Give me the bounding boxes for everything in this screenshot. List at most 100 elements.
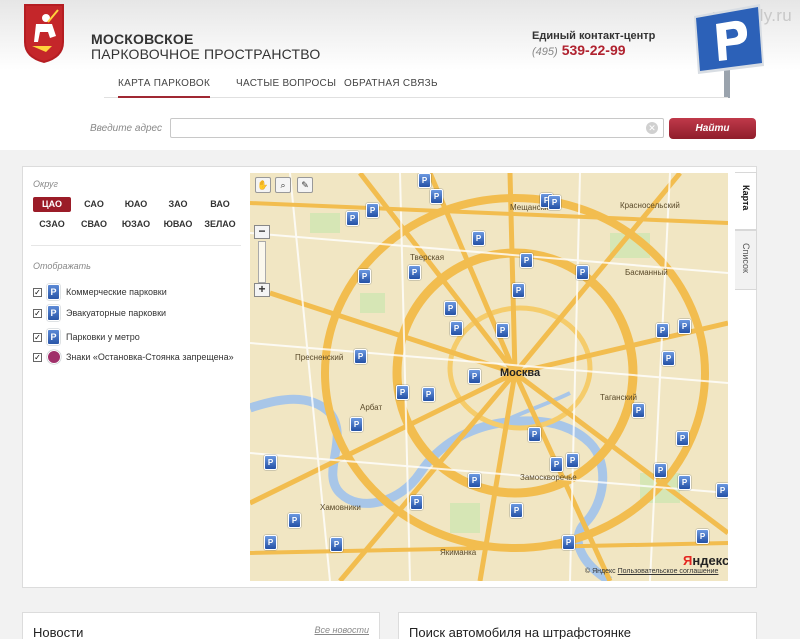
district-sao[interactable]: САО [75,197,113,212]
parking-metro-icon: P [47,329,60,345]
parking-marker[interactable]: P [418,173,431,188]
parking-marker[interactable]: P [422,387,435,402]
parking-marker[interactable]: P [472,231,485,246]
district-svao[interactable]: СВАО [75,217,113,232]
district-szao[interactable]: СЗАО [33,217,71,232]
tab-map[interactable]: Карта [735,172,757,230]
brand-title[interactable]: МОСКОВСКОЕ ПАРКОВОЧНОЕ ПРОСТРАНСТВО [91,32,320,62]
layer-no-stopping-checkbox[interactable]: ✓ [33,353,42,362]
district-yuzao[interactable]: ЮЗАО [117,217,155,232]
parking-marker[interactable]: P [264,535,277,550]
tab-list[interactable]: Список [735,230,757,290]
yandex-logo[interactable]: Яндекс [683,553,728,568]
parking-marker[interactable]: P [696,529,709,544]
map-label-zamoskvorechye: Замоскворечье [520,473,577,482]
layer-tow-checkbox[interactable]: ✓ [33,309,42,318]
tab-list-label: Список [741,243,751,273]
tab-faq[interactable]: ЧАСТЫЕ ВОПРОСЫ [236,78,336,89]
magnifier-icon[interactable]: ⌕ [275,177,291,193]
impound-search-block: Поиск автомобиля на штрафстоянке [398,612,757,639]
parking-marker[interactable]: P [450,321,463,336]
map-label-arbat: Арбат [360,403,383,412]
parking-marker[interactable]: P [354,349,367,364]
zoom-slider[interactable] [258,241,266,283]
map-label-tagansky: Таганский [600,393,638,402]
parking-marker[interactable]: P [396,385,409,400]
district-vao[interactable]: ВАО [201,197,239,212]
layer-commercial-checkbox[interactable]: ✓ [33,288,42,297]
hand-icon[interactable]: ✋ [255,177,271,193]
terms-link[interactable]: Пользовательское соглашение [618,568,719,575]
map-label-presnensky: Пресненский [295,353,344,362]
parking-marker[interactable]: P [576,265,589,280]
ruler-icon[interactable]: ✎ [297,177,313,193]
clear-icon[interactable]: ✕ [646,122,658,134]
parking-marker[interactable]: P [288,513,301,528]
impound-search-title: Поиск автомобиля на штрафстоянке [409,625,632,639]
map-label-yakimanka: Якиманка [440,548,477,557]
district-zao[interactable]: ЗАО [159,197,197,212]
parking-marker[interactable]: P [330,537,343,552]
parking-marker[interactable]: P [410,495,423,510]
tab-map-label: Карта [741,185,751,211]
parking-marker[interactable]: P [468,473,481,488]
news-title: Новости [33,625,84,639]
parking-marker[interactable]: P [676,431,689,446]
parking-marker[interactable]: P [430,189,443,204]
parking-marker[interactable]: P [512,283,525,298]
map-label-basmanny: Басманный [625,268,668,277]
parking-marker[interactable]: P [562,535,575,550]
find-button[interactable]: Найти [669,118,756,139]
layer-tow[interactable]: ✓ P Эвакуаторные парковки [33,305,253,323]
parking-marker[interactable]: P [632,403,645,418]
parking-marker[interactable]: P [350,417,363,432]
parking-marker[interactable]: P [264,455,277,470]
parking-marker[interactable]: P [520,253,533,268]
parking-marker[interactable]: P [510,503,523,518]
district-cao[interactable]: ЦАО [33,197,71,212]
parking-marker[interactable]: P [662,351,675,366]
parking-marker[interactable]: P [550,457,563,472]
parking-marker[interactable]: P [656,323,669,338]
parking-marker[interactable]: P [548,195,561,210]
layer-metro-label: Парковки у метро [66,332,140,342]
parking-marker[interactable]: P [358,269,371,284]
layer-metro[interactable]: ✓ P Парковки у метро [33,329,253,347]
app: vmdaily.ru МОСКОВСКОЕ ПАРКОВОЧНОЕ ПРОСТР… [0,0,800,639]
layer-no-stopping[interactable]: ✓ Знаки «Остановка-Стоянка запрещена» [33,350,253,367]
contact-phone[interactable]: 539-22-99 [562,42,626,58]
district-yuao[interactable]: ЮАО [117,197,155,212]
main-nav: КАРТА ПАРКОВОК ЧАСТЫЕ ВОПРОСЫ ОБРАТНАЯ С… [104,70,728,98]
parking-marker[interactable]: P [654,463,667,478]
address-input[interactable] [170,118,664,138]
parking-marker[interactable]: P [444,301,457,316]
contact-label: Единый контакт-центр [532,30,656,42]
sidebar-divider [31,245,241,246]
map-label-krasnoselsky: Красносельский [620,201,680,210]
parking-marker[interactable]: P [408,265,421,280]
parking-marker[interactable]: P [716,483,728,498]
parking-marker[interactable]: P [346,211,359,226]
moscow-coat-of-arms-icon[interactable] [22,2,66,64]
tab-feedback[interactable]: ОБРАТНАЯ СВЯЗЬ [344,78,438,89]
district-zelao[interactable]: ЗЕЛАО [201,217,239,232]
parking-marker[interactable]: P [566,453,579,468]
parking-marker[interactable]: P [678,319,691,334]
layer-commercial[interactable]: ✓ P Коммерческие парковки [33,284,253,302]
map-canvas [250,173,728,581]
parking-marker[interactable]: P [496,323,509,338]
tab-parking-map[interactable]: КАРТА ПАРКОВОК [118,78,211,98]
city-map[interactable]: Тверская Пресненский Хамовники Арбат Яки… [250,173,728,581]
all-news-link[interactable]: Все новости [315,625,369,635]
parking-tow-icon: P [47,305,60,321]
parking-marker[interactable]: P [678,475,691,490]
parking-marker[interactable]: P [468,369,481,384]
zoom-out-button[interactable]: − [254,225,270,239]
layer-metro-checkbox[interactable]: ✓ [33,333,42,342]
district-title: Округ [33,179,58,189]
parking-marker[interactable]: P [528,427,541,442]
zoom-in-button[interactable]: + [254,283,270,297]
district-yuvao[interactable]: ЮВАО [159,217,197,232]
layer-no-stopping-label: Знаки «Остановка-Стоянка запрещена» [66,352,234,362]
parking-marker[interactable]: P [366,203,379,218]
